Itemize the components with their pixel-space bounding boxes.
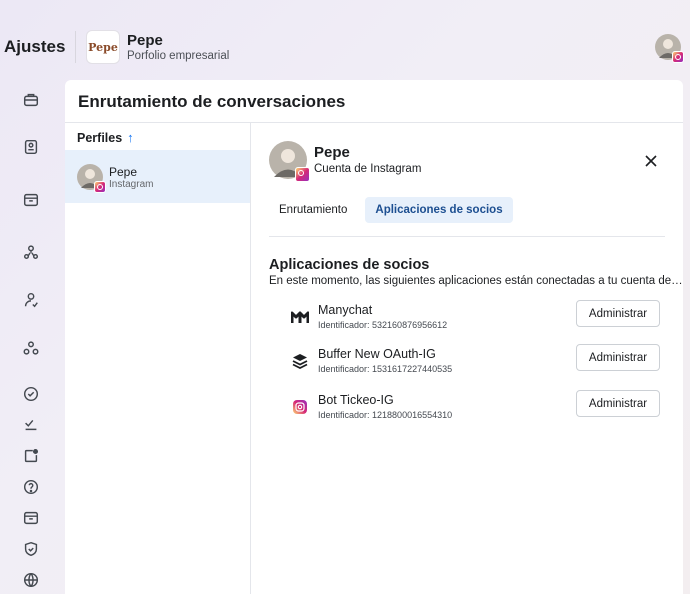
close-icon[interactable] <box>643 153 659 169</box>
detail-profile-name: Pepe <box>314 144 350 161</box>
profile-name: Pepe <box>109 165 138 179</box>
instagram-badge-icon <box>94 181 106 193</box>
partner-app-row: Manychat Identificador: 532160876956612 … <box>281 300 671 336</box>
detail-account-type: Cuenta de Instagram <box>314 163 422 175</box>
check-circle-icon[interactable] <box>21 384 41 404</box>
checkmark-list-icon[interactable] <box>21 414 41 434</box>
help-icon[interactable] <box>21 477 41 497</box>
person-check-icon[interactable] <box>21 290 41 310</box>
page-section-title: Ajustes <box>4 37 66 56</box>
account-avatar[interactable] <box>655 34 684 63</box>
partner-app-row: Buffer New OAuth-IG Identificador: 15316… <box>281 344 671 380</box>
notification-square-icon[interactable] <box>21 446 41 466</box>
business-subtitle: Porfolio empresarial <box>127 50 230 62</box>
profiles-sort-header[interactable]: Perfiles ↑ <box>77 130 134 145</box>
app-identifier: Identificador: 1531617227440535 <box>318 364 453 374</box>
detail-avatar <box>269 141 310 182</box>
left-nav-rail <box>0 80 65 594</box>
inbox-icon[interactable] <box>21 190 41 210</box>
page-title: Enrutamiento de conversaciones <box>78 92 346 111</box>
profile-detail: Pepe Cuenta de Instagram Enrutamiento Ap… <box>251 123 683 594</box>
instagram-icon <box>291 398 309 416</box>
profiles-column: Perfiles ↑ Pepe Instagram <box>65 123 251 594</box>
id-card-icon[interactable] <box>21 137 41 157</box>
profile-platform: Instagram <box>109 179 154 190</box>
top-bar: Ajustes Pepe Pepe Porfolio empresarial <box>0 0 690 80</box>
manychat-icon <box>291 308 309 326</box>
app-identifier: Identificador: 1218800016554310 <box>318 410 453 420</box>
app-identifier: Identificador: 532160876956612 <box>318 320 448 330</box>
app-name: Bot Tickeo-IG <box>318 393 394 407</box>
profiles-header-label: Perfiles <box>77 130 123 145</box>
profile-list-item[interactable]: Pepe Instagram <box>65 150 250 203</box>
section-description: En este momento, las siguientes aplicaci… <box>269 275 683 287</box>
administrar-button[interactable]: Administrar <box>576 344 660 371</box>
administrar-button[interactable]: Administrar <box>576 390 660 417</box>
briefcase-icon[interactable] <box>21 90 41 110</box>
instagram-badge-icon <box>672 51 684 63</box>
globe-icon[interactable] <box>21 570 41 590</box>
detail-tabs: Enrutamiento Aplicaciones de socios <box>269 197 513 223</box>
business-logo[interactable]: Pepe <box>86 30 120 64</box>
shield-icon[interactable] <box>21 539 41 559</box>
tabs-divider <box>269 236 665 237</box>
section-title: Aplicaciones de socios <box>269 257 430 273</box>
profile-avatar <box>77 164 106 193</box>
instagram-badge-icon <box>295 167 310 182</box>
people-network-icon[interactable] <box>21 242 41 262</box>
main-panel: Enrutamiento de conversaciones Perfiles … <box>65 80 683 594</box>
app-name: Buffer New OAuth-IG <box>318 347 436 361</box>
tab-aplicaciones-de-socios[interactable]: Aplicaciones de socios <box>365 197 513 223</box>
buffer-icon <box>291 352 309 370</box>
header-divider <box>75 31 76 63</box>
business-name[interactable]: Pepe <box>127 32 163 49</box>
archive-icon[interactable] <box>21 508 41 528</box>
administrar-button[interactable]: Administrar <box>576 300 660 327</box>
arrow-up-icon: ↑ <box>127 130 134 145</box>
tab-enrutamiento[interactable]: Enrutamiento <box>269 197 357 223</box>
app-name: Manychat <box>318 303 373 317</box>
partners-icon[interactable] <box>21 338 41 358</box>
partner-app-row: Bot Tickeo-IG Identificador: 12188000165… <box>281 390 671 426</box>
